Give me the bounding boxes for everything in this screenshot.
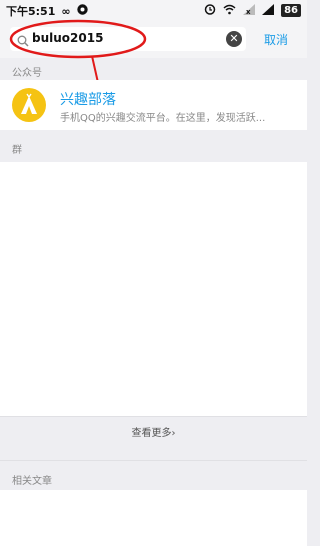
alarm-icon [204, 3, 216, 18]
cancel-button[interactable]: 取消 [264, 31, 288, 48]
section-header-groups: 群 [12, 145, 22, 156]
section-header-related-articles: 相关文章 [12, 476, 52, 487]
no-sim-icon: x [243, 3, 256, 18]
related-articles-panel [0, 490, 307, 546]
account-result-row[interactable]: 兴趣部落 手机QQ的兴趣交流平台。在这里，发现活跃... [0, 80, 307, 130]
account-avatar [12, 88, 46, 122]
see-more-groups-link[interactable]: 查看更多› [0, 424, 307, 439]
account-description: 手机QQ的兴趣交流平台。在这里，发现活跃... [60, 113, 266, 124]
search-icon [17, 32, 29, 51]
account-name: 兴趣部落 [60, 92, 116, 108]
divider [0, 460, 307, 461]
status-time: 下午5:51 [6, 5, 56, 18]
group-results-panel [0, 162, 307, 416]
wifi-icon [223, 4, 236, 18]
divider [0, 416, 307, 417]
status-bar: 下午5:51 ∞ x 86 [0, 0, 307, 20]
infinity-icon: ∞ [61, 4, 71, 18]
clear-search-icon[interactable]: ✕ [226, 31, 242, 47]
search-bar: buluo2015 ✕ 取消 [0, 20, 307, 58]
signal-icon [262, 3, 275, 18]
search-input[interactable]: buluo2015 ✕ [10, 27, 246, 51]
section-header-public-accounts: 公众号 [12, 68, 42, 79]
battery-indicator: 86 [281, 4, 301, 17]
search-query: buluo2015 [32, 31, 104, 45]
tent-logo-icon [21, 93, 37, 114]
svg-text:x: x [246, 8, 251, 15]
notification-icon [76, 4, 88, 18]
